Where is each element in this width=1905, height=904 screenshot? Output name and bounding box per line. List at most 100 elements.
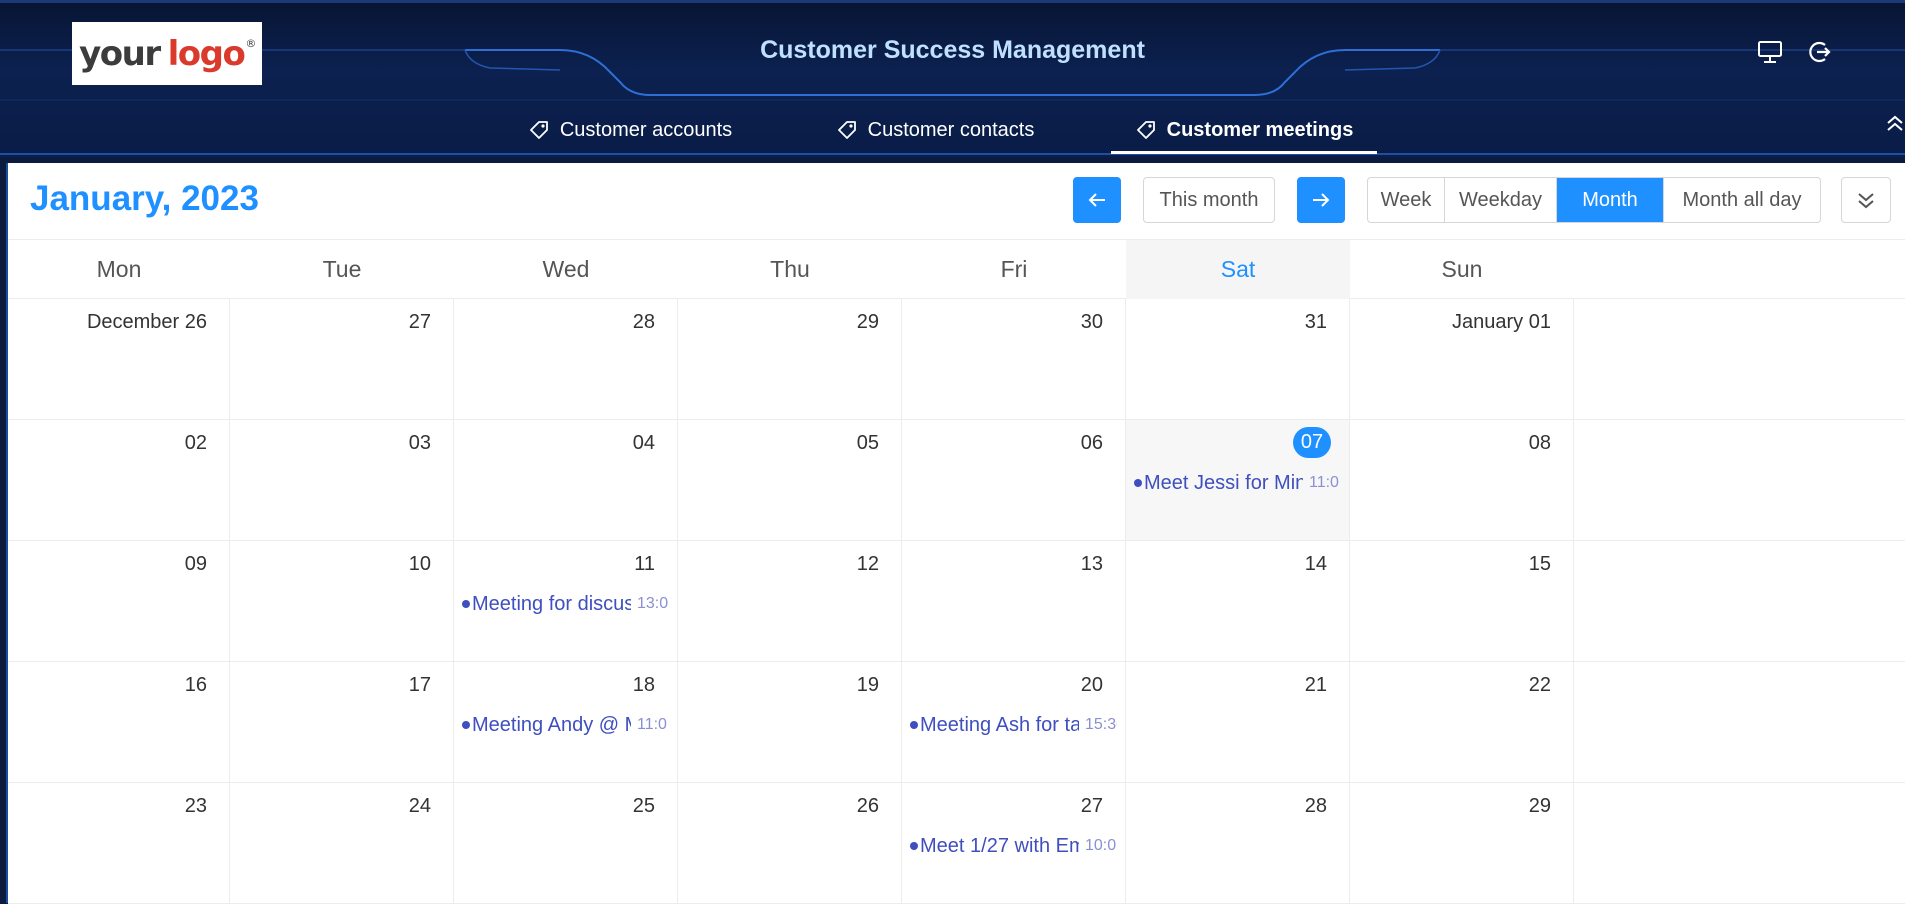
day-number: 03 xyxy=(408,432,431,454)
calendar-week-row: 02 03 04 05 06 07 Meet Jessi for Minto 11:0 08 xyxy=(8,420,1905,541)
calendar-day-cell[interactable]: 10 xyxy=(230,541,454,661)
logout-icon[interactable] xyxy=(1805,38,1833,66)
this-month-button[interactable]: This month xyxy=(1143,177,1275,223)
day-number: 27 xyxy=(408,311,431,333)
event-time: 15:30 xyxy=(1085,716,1117,733)
day-number: 15 xyxy=(1528,553,1551,575)
day-number: 30 xyxy=(1080,311,1103,333)
calendar-day-cell[interactable]: 19 xyxy=(678,662,902,782)
event-title: Meet 1/27 with Emily xyxy=(920,834,1079,857)
calendar-day-cell[interactable]: 13 xyxy=(902,541,1126,661)
calendar-day-cell[interactable]: 17 xyxy=(230,662,454,782)
dow-mon: Mon xyxy=(96,256,142,282)
tab-customer-contacts[interactable]: Customer contacts xyxy=(830,106,1040,154)
calendar-event[interactable]: Meeting Andy @ Mata 11:0 xyxy=(462,712,669,738)
day-number: 25 xyxy=(632,795,655,817)
calendar-day-cell[interactable]: December 26 xyxy=(8,299,230,419)
day-number: 10 xyxy=(408,553,431,575)
calendar-event[interactable]: Meet Jessi for Minto 11:0 xyxy=(1134,470,1341,496)
arrow-right-icon xyxy=(1313,193,1330,207)
view-weekday-button[interactable]: Weekday xyxy=(1445,178,1557,222)
calendar-event[interactable]: Meeting Ash for talk 15:30 xyxy=(910,712,1117,738)
day-number: 14 xyxy=(1304,553,1327,575)
day-number: 20 xyxy=(1080,674,1103,696)
day-number: 31 xyxy=(1304,311,1327,333)
day-number: 04 xyxy=(632,432,655,454)
calendar-day-cell[interactable]: 07 Meet Jessi for Minto 11:0 xyxy=(1126,420,1350,540)
prev-month-button[interactable] xyxy=(1073,177,1121,223)
day-number: 22 xyxy=(1528,674,1551,696)
calendar-day-cell[interactable]: 25 xyxy=(454,783,678,903)
event-title: Meeting for discuss ne xyxy=(472,592,631,615)
event-dot-icon xyxy=(910,721,918,729)
day-number: 09 xyxy=(184,553,207,575)
calendar-day-cell[interactable]: 08 xyxy=(1350,420,1574,540)
main-tabs: Customer accounts Customer contacts Cust… xyxy=(0,106,1905,156)
event-dot-icon xyxy=(462,721,470,729)
calendar-day-cell[interactable]: 05 xyxy=(678,420,902,540)
day-number: 23 xyxy=(184,795,207,817)
calendar-day-cell[interactable]: 20Meeting Ash for talk 15:30 xyxy=(902,662,1126,782)
dow-wed: Wed xyxy=(542,256,590,282)
tab-label: Customer meetings xyxy=(1166,118,1354,141)
calendar-day-cell[interactable]: 18 Meeting Andy @ Mata 11:0 xyxy=(454,662,678,782)
calendar-day-cell[interactable]: 26 xyxy=(678,783,902,903)
calendar-day-cell[interactable]: 04 xyxy=(454,420,678,540)
day-number: 19 xyxy=(856,674,879,696)
calendar-day-cell[interactable]: 27 Meet 1/27 with Emily 10:0 xyxy=(902,783,1126,903)
dow-tue: Tue xyxy=(322,256,362,282)
view-month-all-day-button[interactable]: Month all day xyxy=(1664,178,1820,222)
view-month-button[interactable]: Month xyxy=(1557,178,1664,222)
calendar-day-cell[interactable]: 29 xyxy=(678,299,902,419)
calendar-event[interactable]: Meet 1/27 with Emily 10:0 xyxy=(910,833,1117,859)
calendar-day-cell[interactable]: 29 xyxy=(1350,783,1574,903)
calendar-day-cell[interactable]: 30 xyxy=(902,299,1126,419)
event-dot-icon xyxy=(1134,479,1142,487)
day-number: 29 xyxy=(1528,795,1551,817)
expand-toolbar-button[interactable] xyxy=(1841,177,1891,223)
day-number: 27 xyxy=(1080,795,1103,817)
calendar-day-cell[interactable]: 12 xyxy=(678,541,902,661)
day-number: 21 xyxy=(1304,674,1327,696)
calendar-day-cell[interactable]: 28 xyxy=(454,299,678,419)
chevron-double-up-icon[interactable] xyxy=(1885,114,1905,134)
view-week-button[interactable]: Week xyxy=(1368,178,1445,222)
day-number: 12 xyxy=(856,553,879,575)
calendar-week-row: 23 24 25 26 27 Meet 1/27 with Emily 10:0 28 29 xyxy=(8,783,1905,904)
tab-customer-meetings[interactable]: Customer meetings xyxy=(1111,106,1377,154)
calendar-day-cell[interactable]: 09 xyxy=(8,541,230,661)
calendar-day-cell[interactable]: 14 xyxy=(1126,541,1350,661)
day-number: 29 xyxy=(856,311,879,333)
event-title: Meeting Ash for talk xyxy=(920,713,1079,736)
next-month-button[interactable] xyxy=(1297,177,1345,223)
dow-fri: Fri xyxy=(1000,256,1028,282)
calendar-day-cell[interactable]: 21 xyxy=(1126,662,1350,782)
calendar-day-cell[interactable]: 31 xyxy=(1126,299,1350,419)
day-number: December 26 xyxy=(86,311,207,333)
calendar-day-cell[interactable]: January 01 xyxy=(1350,299,1574,419)
day-number: 05 xyxy=(856,432,879,454)
calendar-day-cell[interactable]: 03 xyxy=(230,420,454,540)
calendar-day-cell[interactable]: 06 xyxy=(902,420,1126,540)
day-number: 17 xyxy=(408,674,431,696)
calendar-day-cell[interactable]: 24 xyxy=(230,783,454,903)
tag-icon xyxy=(837,121,856,139)
day-number: 26 xyxy=(856,795,879,817)
day-number: 18 xyxy=(632,674,655,696)
event-time: 11:0 xyxy=(1309,474,1339,491)
calendar-day-cell[interactable]: 15 xyxy=(1350,541,1574,661)
calendar-day-cell[interactable]: 16 xyxy=(8,662,230,782)
calendar-event[interactable]: Meeting for discuss ne 13:0 xyxy=(462,591,669,617)
monitor-icon[interactable] xyxy=(1756,38,1784,66)
calendar-day-cell[interactable]: 22 xyxy=(1350,662,1574,782)
calendar-day-cell[interactable]: 11Meeting for discuss ne 13:0 xyxy=(454,541,678,661)
tab-label: Customer contacts xyxy=(867,118,1035,141)
dow-sun: Sun xyxy=(1441,256,1483,282)
dow-thu: Thu xyxy=(770,256,810,282)
calendar-day-cell[interactable]: 23 xyxy=(8,783,230,903)
calendar-day-cell[interactable]: 02 xyxy=(8,420,230,540)
tab-customer-accounts[interactable]: Customer accounts xyxy=(524,106,736,154)
event-dot-icon xyxy=(910,842,918,850)
calendar-day-cell[interactable]: 28 xyxy=(1126,783,1350,903)
calendar-day-cell[interactable]: 27 xyxy=(230,299,454,419)
